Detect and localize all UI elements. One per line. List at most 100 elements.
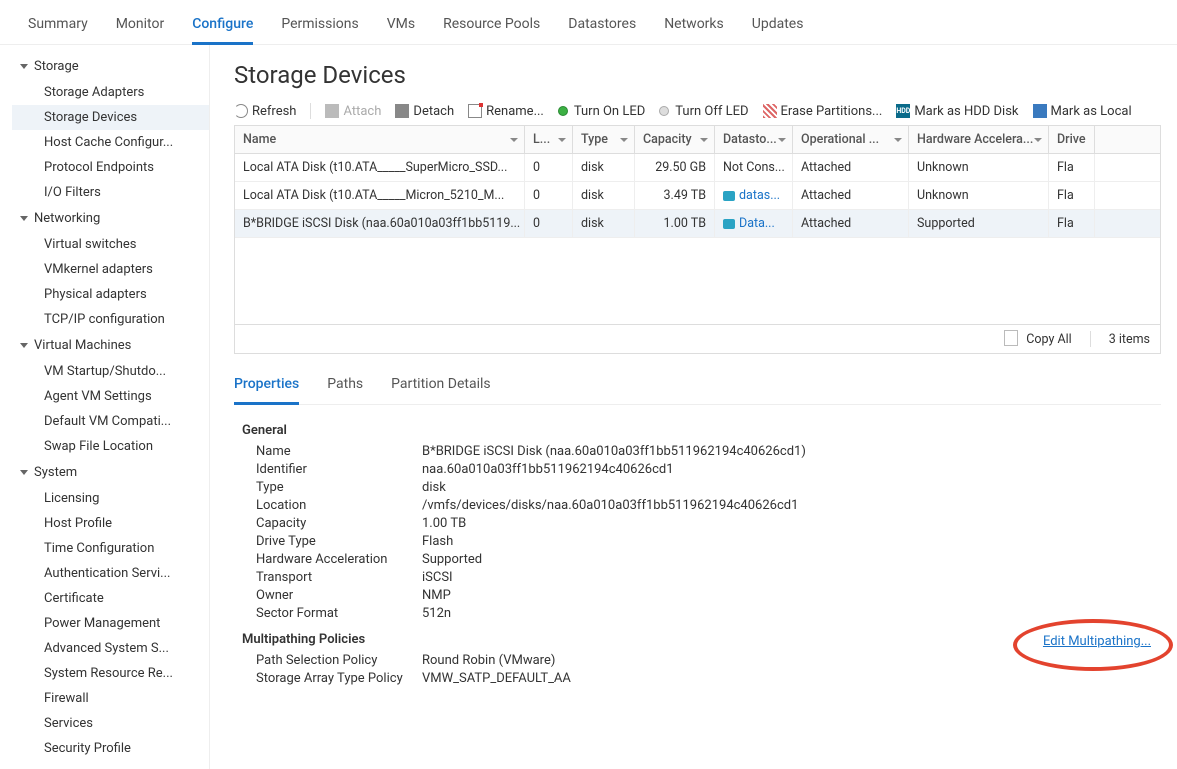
property-label: Identifier: [242, 462, 422, 477]
table-row[interactable]: B*BRIDGE iSCSI Disk (naa.60a010a03ff1bb5…: [235, 210, 1160, 238]
sidebar-item-host-profile[interactable]: Host Profile: [12, 511, 209, 536]
property-value: Flash: [422, 534, 1153, 549]
attach-icon: [325, 104, 339, 118]
cell: Not Cons...: [715, 154, 793, 181]
hdd-icon: HDD: [896, 104, 910, 118]
toolbar: Refresh Attach Detach Rename... Turn On …: [234, 103, 1161, 125]
cell: Unknown: [909, 154, 1049, 181]
tab-networks[interactable]: Networks: [664, 10, 724, 44]
col-operational[interactable]: Operational ...: [793, 126, 909, 153]
rename-button[interactable]: Rename...: [468, 104, 544, 119]
sidebar-item-authentication-servi-[interactable]: Authentication Servi...: [12, 561, 209, 586]
separator: [1090, 331, 1091, 347]
col-drive[interactable]: Drive: [1049, 126, 1095, 153]
col-capacity[interactable]: Capacity: [635, 126, 715, 153]
cell: disk: [573, 182, 635, 209]
tab-configure[interactable]: Configure: [192, 10, 253, 45]
tab-summary[interactable]: Summary: [28, 10, 88, 44]
turn-off-led-button[interactable]: Turn Off LED: [659, 104, 748, 119]
sidebar-group-label: Virtual Machines: [34, 338, 131, 353]
tab-permissions[interactable]: Permissions: [281, 10, 358, 44]
tab-datastores[interactable]: Datastores: [568, 10, 636, 44]
cell: Fla: [1049, 210, 1095, 237]
sidebar-item-protocol-endpoints[interactable]: Protocol Endpoints: [12, 155, 209, 180]
tab-updates[interactable]: Updates: [752, 10, 804, 44]
cell: Fla: [1049, 154, 1095, 181]
cell-text: Unknown: [917, 188, 969, 203]
refresh-button[interactable]: Refresh: [234, 104, 296, 119]
turn-on-led-button[interactable]: Turn On LED: [558, 104, 645, 119]
property-label: Drive Type: [242, 534, 422, 549]
rename-label: Rename...: [486, 104, 544, 119]
mark-hdd-label: Mark as HDD Disk: [914, 104, 1018, 119]
cell: 0: [525, 182, 573, 209]
table-row[interactable]: Local ATA Disk (t10.ATA_____Micron_5210_…: [235, 182, 1160, 210]
sidebar-item-tcp-ip-configuration[interactable]: TCP/IP configuration: [12, 307, 209, 332]
page-title: Storage Devices: [234, 61, 1161, 89]
detach-button[interactable]: Detach: [395, 104, 454, 119]
cell: datas...: [715, 182, 793, 209]
grid-header: Name L... Type Capacity Datasto... Opera…: [235, 126, 1160, 154]
detail-tab-partition-details[interactable]: Partition Details: [391, 368, 490, 404]
detail-tab-paths[interactable]: Paths: [327, 368, 363, 404]
tab-vms[interactable]: VMs: [387, 10, 415, 44]
col-capacity-label: Capacity: [643, 132, 692, 147]
sidebar: StorageStorage AdaptersStorage DevicesHo…: [0, 45, 210, 769]
sidebar-item-default-vm-compati-[interactable]: Default VM Compati...: [12, 409, 209, 434]
sidebar-item-security-profile[interactable]: Security Profile: [12, 736, 209, 761]
erase-partitions-button[interactable]: Erase Partitions...: [763, 104, 883, 119]
edit-multipathing-link[interactable]: Edit Multipathing...: [1043, 634, 1151, 649]
grid-body: Local ATA Disk (t10.ATA_____SuperMicro_S…: [235, 154, 1160, 324]
sidebar-item-vmkernel-adapters[interactable]: VMkernel adapters: [12, 257, 209, 282]
col-lun[interactable]: L...: [525, 126, 573, 153]
col-type[interactable]: Type: [573, 126, 635, 153]
sidebar-item-storage-devices[interactable]: Storage Devices: [12, 105, 209, 130]
sidebar-group-label: Storage: [34, 59, 79, 74]
table-row[interactable]: Local ATA Disk (t10.ATA_____SuperMicro_S…: [235, 154, 1160, 182]
sidebar-group-system[interactable]: System: [12, 459, 209, 486]
sidebar-item-vm-startup-shutdo-[interactable]: VM Startup/Shutdo...: [12, 359, 209, 384]
sidebar-item-storage-adapters[interactable]: Storage Adapters: [12, 80, 209, 105]
tab-monitor[interactable]: Monitor: [116, 10, 165, 44]
sort-caret-icon: [1034, 138, 1042, 142]
sidebar-item-licensing[interactable]: Licensing: [12, 486, 209, 511]
col-type-label: Type: [581, 132, 608, 147]
property-row: Capacity1.00 TB: [242, 514, 1153, 532]
sidebar-item-services[interactable]: Services: [12, 711, 209, 736]
col-name[interactable]: Name: [235, 126, 525, 153]
item-count: 3 items: [1109, 332, 1150, 347]
sidebar-item-virtual-switches[interactable]: Virtual switches: [12, 232, 209, 257]
copy-all-button[interactable]: Copy All: [1006, 332, 1071, 347]
sidebar-item-swap-file-location[interactable]: Swap File Location: [12, 434, 209, 459]
sidebar-item-agent-vm-settings[interactable]: Agent VM Settings: [12, 384, 209, 409]
col-hardware-accel[interactable]: Hardware Accelera...: [909, 126, 1049, 153]
col-datastore[interactable]: Datasto...: [715, 126, 793, 153]
property-value: disk: [422, 480, 1153, 495]
col-drive-label: Drive: [1057, 132, 1086, 147]
sidebar-item-power-management[interactable]: Power Management: [12, 611, 209, 636]
sidebar-group-networking[interactable]: Networking: [12, 205, 209, 232]
sidebar-item-system-resource-re-[interactable]: System Resource Re...: [12, 661, 209, 686]
sidebar-group-label: Networking: [34, 211, 100, 226]
cell-text: Unknown: [917, 160, 969, 175]
datastore-link[interactable]: Data...: [739, 216, 775, 231]
cell-text: 0: [533, 188, 540, 203]
sidebar-item-host-cache-configur-[interactable]: Host Cache Configur...: [12, 130, 209, 155]
sidebar-item-advanced-system-s-[interactable]: Advanced System S...: [12, 636, 209, 661]
sidebar-item-firewall[interactable]: Firewall: [12, 686, 209, 711]
property-row: TransportiSCSI: [242, 568, 1153, 586]
sidebar-item-certificate[interactable]: Certificate: [12, 586, 209, 611]
sidebar-item-i-o-filters[interactable]: I/O Filters: [12, 180, 209, 205]
sidebar-group-virtual-machines[interactable]: Virtual Machines: [12, 332, 209, 359]
properties-panel: General NameB*BRIDGE iSCSI Disk (naa.60a…: [234, 405, 1161, 695]
detail-tab-properties[interactable]: Properties: [234, 368, 299, 405]
datastore-link[interactable]: datas...: [739, 188, 780, 203]
tab-resource-pools[interactable]: Resource Pools: [443, 10, 540, 44]
sidebar-item-physical-adapters[interactable]: Physical adapters: [12, 282, 209, 307]
sidebar-item-time-configuration[interactable]: Time Configuration: [12, 536, 209, 561]
attach-button[interactable]: Attach: [325, 104, 381, 119]
mark-hdd-button[interactable]: HDD Mark as HDD Disk: [896, 104, 1018, 119]
sidebar-group-storage[interactable]: Storage: [12, 53, 209, 80]
mark-local-button[interactable]: Mark as Local: [1033, 104, 1132, 119]
property-row: OwnerNMP: [242, 586, 1153, 604]
